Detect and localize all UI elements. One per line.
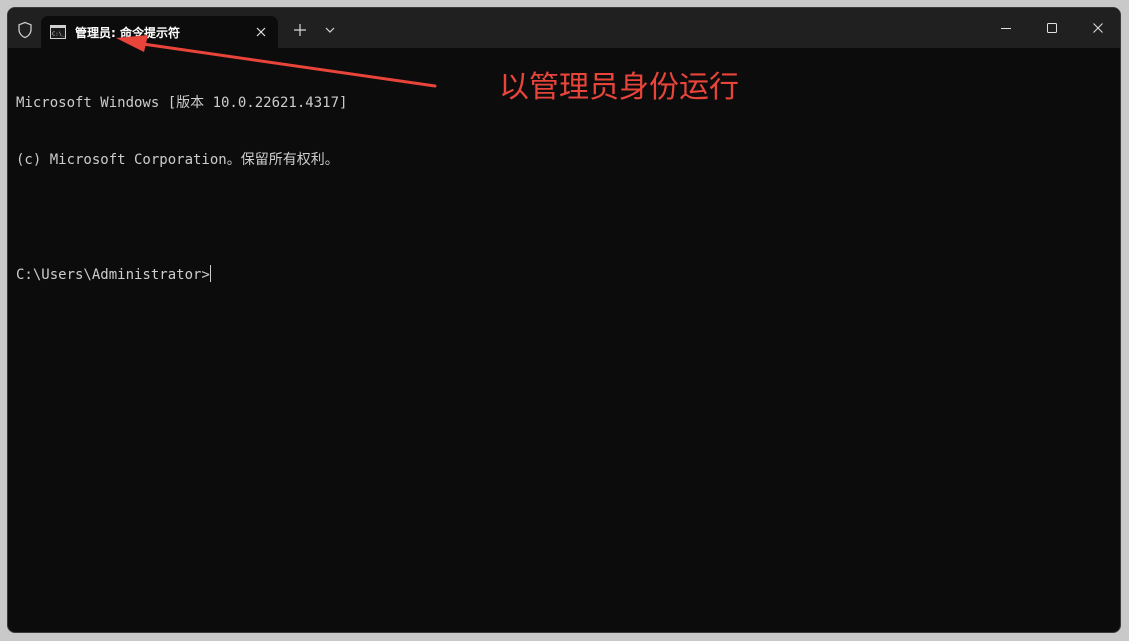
title-bar: C:\_ 管理员: 命令提示符 [8,8,1120,48]
console-line: Microsoft Windows [版本 10.0.22621.4317] [16,95,348,111]
prompt-line[interactable]: C:\Users\Administrator> [16,265,347,284]
annotation-label: 以管理员身份运行 [499,70,739,105]
tab-command-prompt[interactable]: C:\_ 管理员: 命令提示符 [41,16,278,48]
prompt-text: C:\Users\Administrator> [16,267,210,283]
tab-title: 管理员: 命令提示符 [75,26,180,40]
close-icon[interactable] [253,24,269,40]
svg-text:C:\_: C:\_ [52,32,66,38]
console-icon: C:\_ [50,25,66,39]
maximize-button[interactable] [1029,8,1075,48]
close-icon [1093,23,1103,33]
minimize-icon [1001,28,1011,29]
console-output[interactable]: Microsoft Windows [版本 10.0.22621.4317] (… [16,56,347,322]
console-line: (c) Microsoft Corporation。保留所有权利。 [16,152,339,168]
minimize-button[interactable] [983,8,1029,48]
text-cursor [209,265,211,282]
plus-icon[interactable] [292,22,308,38]
maximize-icon [1047,23,1057,33]
close-window-button[interactable] [1075,8,1120,48]
terminal-window: C:\_ 管理员: 命令提示符 Microsoft Windows [版本 10… [7,7,1121,633]
shield-icon [18,21,32,39]
chevron-down-icon[interactable] [323,24,337,36]
